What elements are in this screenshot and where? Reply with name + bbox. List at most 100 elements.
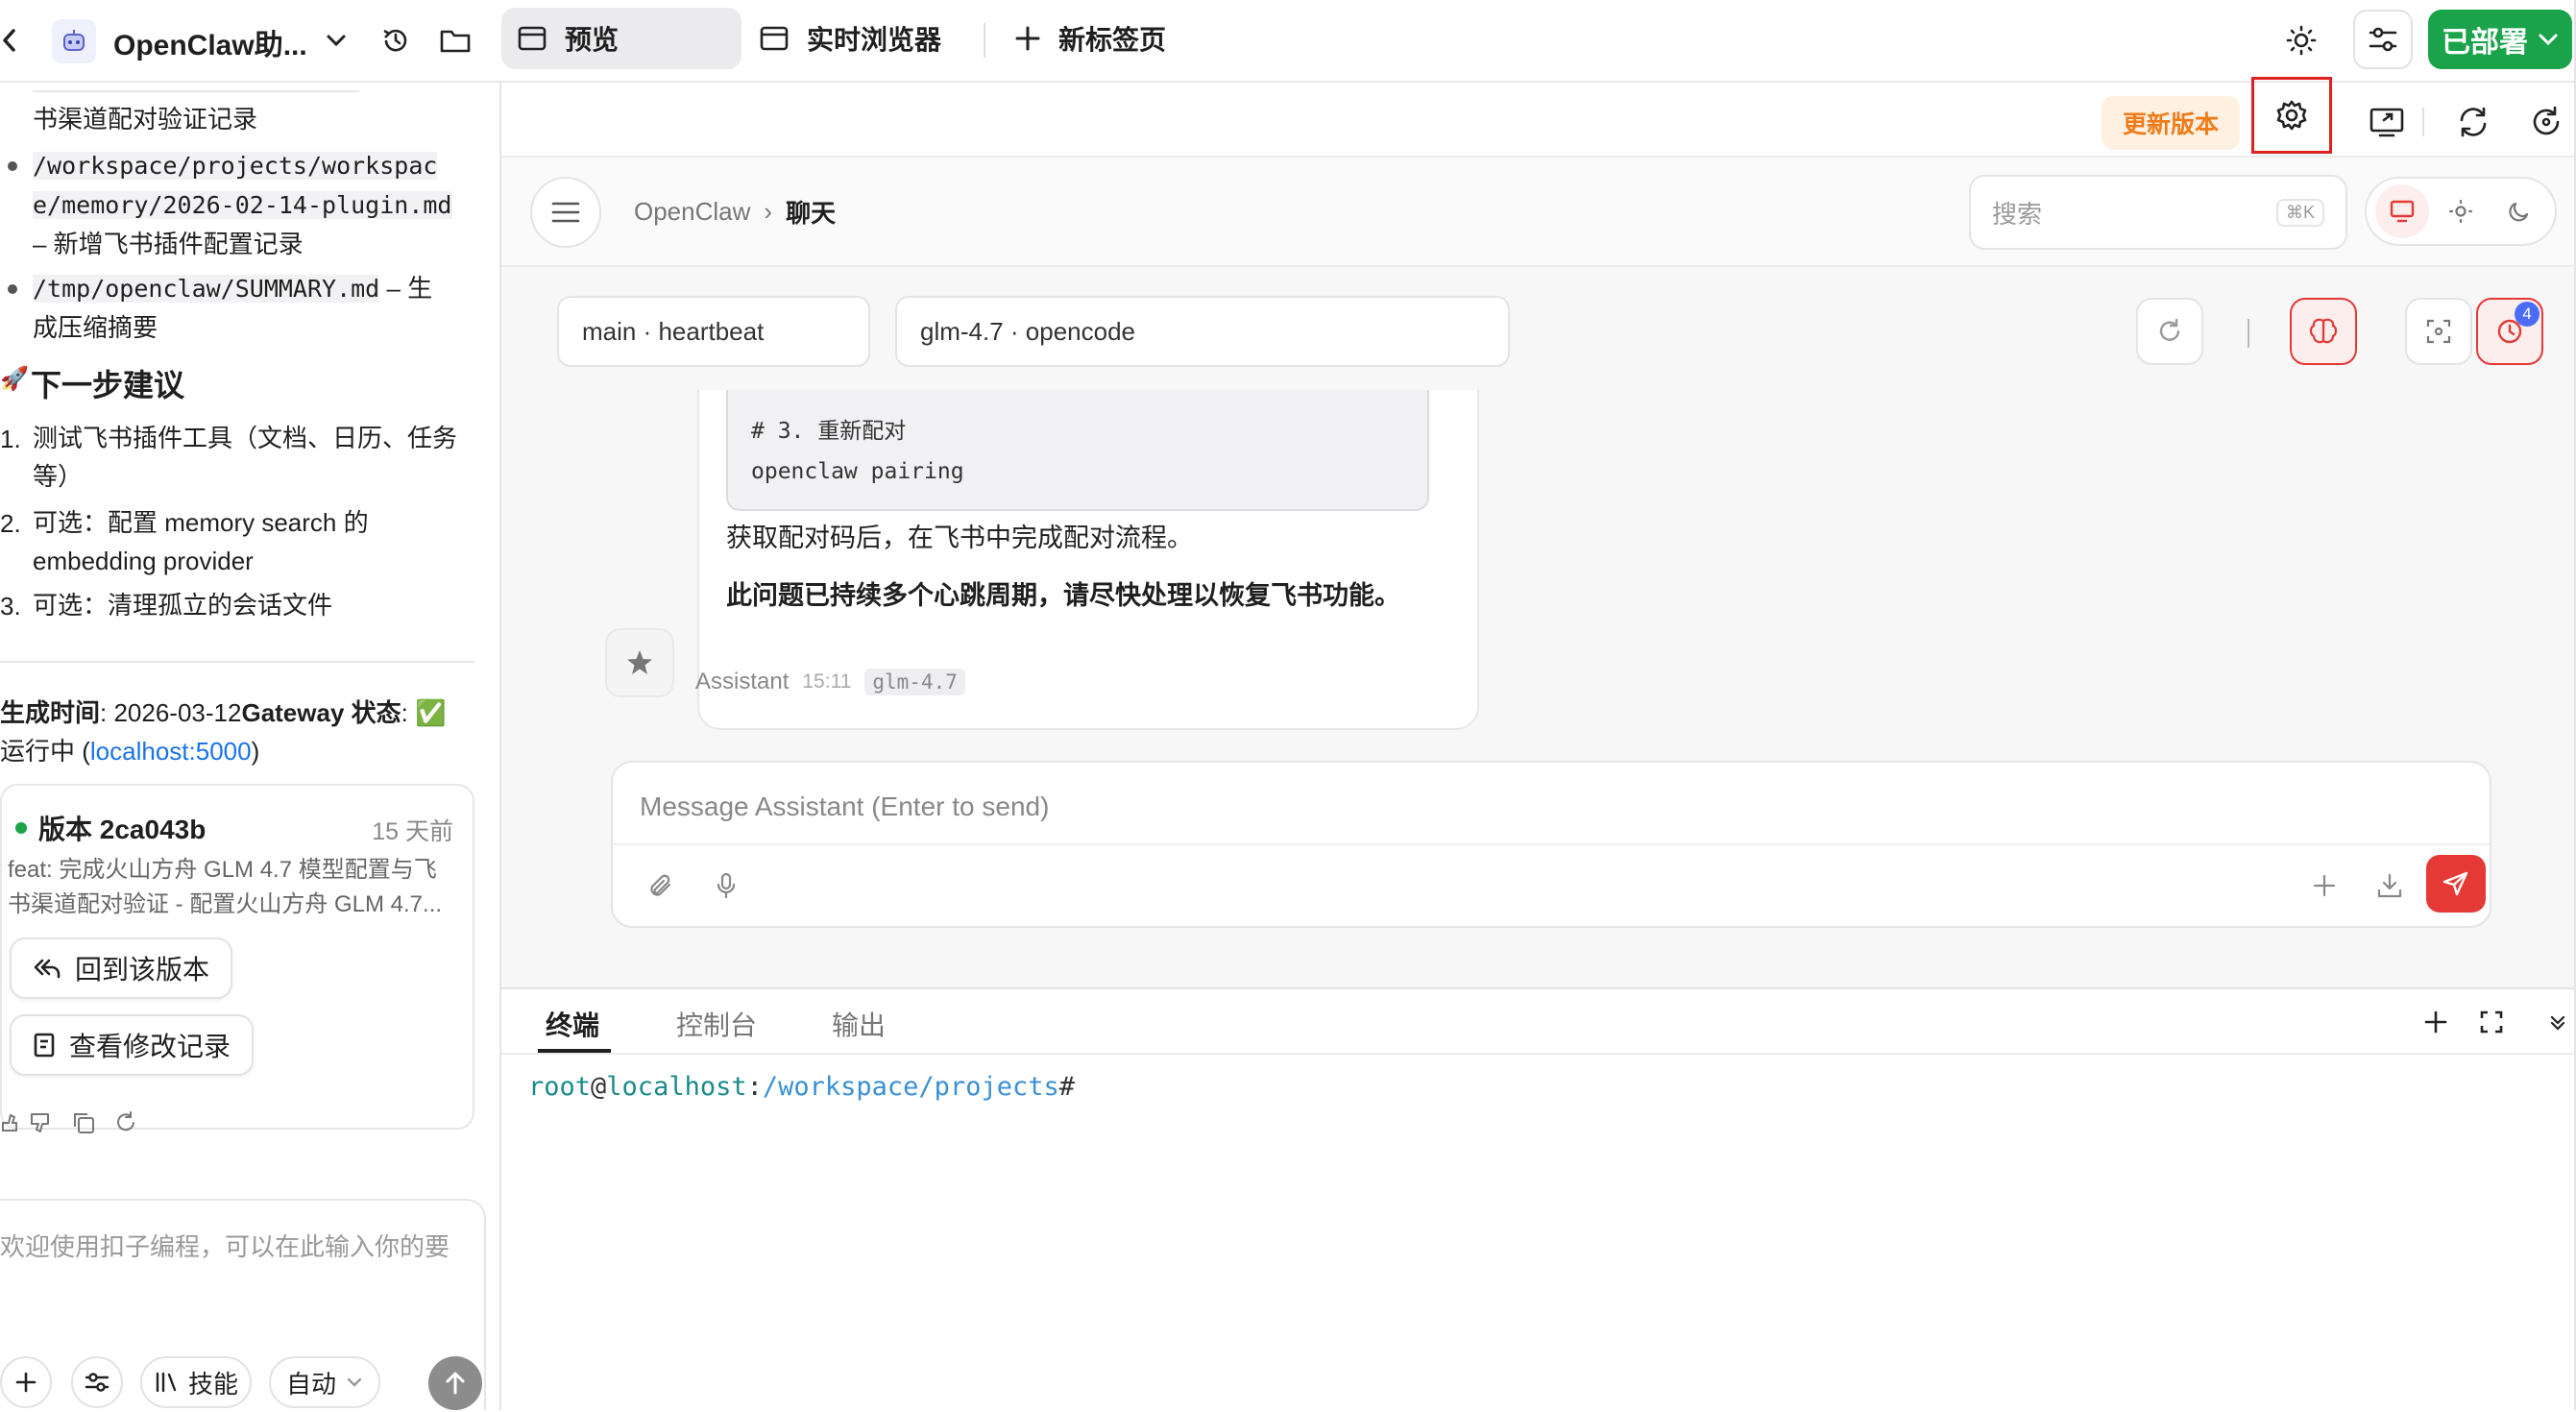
new-terminal-icon[interactable] — [2418, 1005, 2453, 1039]
status-paragraph: 生成时间: 2026-03-12Gateway 状态: ✅ 运行中 (local… — [0, 694, 480, 770]
regenerate-icon[interactable] — [111, 1108, 140, 1137]
terminal-prompt[interactable]: root@localhost:/workspace/projects# — [528, 1072, 1075, 1102]
breadcrumb-separator: › — [764, 197, 773, 226]
attach-icon[interactable] — [642, 866, 680, 905]
prompt-at: @ — [591, 1072, 607, 1102]
thumbs-up-icon[interactable] — [0, 1108, 19, 1137]
bullet — [8, 284, 17, 294]
plus-icon[interactable] — [2305, 866, 2344, 905]
menu-button[interactable] — [530, 177, 601, 248]
list-item-line: 可选：配置 memory search 的 — [33, 508, 369, 537]
back-chevron-icon[interactable] — [0, 21, 19, 60]
terminal-tabbar: 终端 控制台 输出 — [501, 989, 2576, 1055]
plus-icon — [1015, 26, 1040, 51]
chevron-down-icon[interactable] — [321, 25, 352, 56]
thumbs-down-icon[interactable] — [27, 1108, 56, 1137]
browser-icon — [760, 26, 789, 51]
code-line: openclaw pairing — [751, 459, 964, 484]
plus-icon — [15, 1372, 36, 1393]
model-tag: glm-4.7 — [864, 669, 965, 695]
list-number: 3. — [0, 592, 21, 621]
composer-input[interactable]: Message Assistant (Enter to send) — [640, 791, 1049, 822]
history-icon[interactable] — [377, 21, 415, 60]
send-up-button[interactable] — [428, 1356, 482, 1410]
list-item: 可选：配置 memory search 的 embedding provider — [33, 503, 484, 580]
code-block: # 3. 重新配对 openclaw pairing — [726, 390, 1429, 511]
theme-switch[interactable] — [2365, 177, 2557, 246]
tab-label: 新标签页 — [1058, 25, 1167, 55]
view-history-button[interactable]: 查看修改记录 — [10, 1014, 255, 1076]
focus-button[interactable] — [2405, 298, 2472, 365]
breadcrumb: OpenClaw › 聊天 — [634, 194, 836, 230]
left-composer-input[interactable]: 欢迎使用扣子编程，可以在此输入你的要 — [0, 1228, 480, 1263]
prompt-hash: # — [1058, 1072, 1075, 1102]
fullscreen-icon[interactable] — [2474, 1005, 2509, 1039]
prompt-colon: : — [746, 1072, 763, 1102]
microphone-icon[interactable] — [707, 866, 745, 905]
document-icon — [34, 1033, 55, 1058]
app-title[interactable]: OpenClaw助... — [113, 21, 307, 63]
message-time: 15:11 — [802, 670, 852, 693]
divider — [33, 90, 359, 92]
session-select[interactable]: main · heartbeat — [557, 296, 870, 367]
code-line: # 3. 重新配对 — [751, 419, 907, 444]
gear-button[interactable] — [2251, 77, 2332, 154]
copy-icon[interactable] — [69, 1108, 98, 1137]
moon-icon[interactable] — [2492, 184, 2546, 238]
tab-terminal[interactable]: 终端 — [546, 1005, 599, 1043]
file-item: /tmp/openclaw/SUMMARY.md – 生 成压缩摘要 — [33, 269, 484, 347]
settings-sliders-button[interactable] — [2353, 10, 2413, 69]
message-text: 获取配对码后，在飞书中完成配对流程。 — [726, 523, 1193, 552]
gateway-status: : ✅ — [401, 698, 447, 727]
theme-sun-icon[interactable] — [2280, 19, 2322, 61]
sliders-icon — [2369, 27, 2397, 52]
file-path: /tmp/openclaw/SUMMARY.md — [33, 275, 380, 303]
localhost-link[interactable]: localhost:5000 — [90, 737, 252, 766]
list-number: 1. — [0, 425, 21, 453]
next-steps-heading: 下一步建议 — [31, 368, 185, 402]
revert-version-button[interactable]: 回到该版本 — [10, 937, 233, 999]
status-dot — [15, 822, 27, 834]
search-box[interactable]: 搜索 ⌘K — [1969, 175, 2347, 250]
tab-preview[interactable]: 预览 — [501, 8, 741, 69]
tab-new[interactable]: 新标签页 — [999, 8, 1191, 69]
app-logo-icon — [52, 19, 96, 63]
tab-console[interactable]: 控制台 — [676, 1005, 757, 1043]
reload-icon[interactable] — [2522, 98, 2570, 146]
brain-toggle-button[interactable] — [2290, 298, 2357, 365]
screen-share-icon[interactable] — [2363, 98, 2411, 146]
add-button[interactable] — [0, 1356, 52, 1408]
tab-live-browser[interactable]: 实时浏览器 — [743, 8, 964, 69]
folder-icon[interactable] — [434, 21, 476, 60]
focus-icon — [2426, 319, 2451, 344]
send-button[interactable] — [2426, 855, 2486, 913]
assistant-avatar — [605, 628, 674, 697]
tab-output[interactable]: 输出 — [832, 1005, 886, 1043]
refresh-icon — [2159, 318, 2180, 341]
update-version-button[interactable]: 更新版本 — [2102, 96, 2240, 150]
version-desc-line: 书渠道配对验证 - 配置火山方舟 GLM 4.7... — [8, 891, 443, 917]
breadcrumb-root[interactable]: OpenClaw — [634, 197, 750, 227]
preview-toolbar: 更新版本 — [501, 77, 2576, 158]
monitor-icon[interactable] — [2374, 184, 2429, 238]
cron-badge: 4 — [2515, 302, 2540, 327]
revert-label: 回到该版本 — [75, 955, 210, 985]
refresh-icon[interactable] — [2449, 98, 2497, 146]
running-text: ) — [251, 737, 260, 766]
gen-time-value: : 2026-03-12 — [100, 698, 242, 727]
model-select[interactable]: glm-4.7 · opencode — [895, 296, 1510, 367]
sun-icon[interactable] — [2434, 184, 2488, 238]
mode-label: 自动 — [285, 1369, 336, 1399]
options-button[interactable] — [71, 1356, 123, 1408]
refresh-session-button[interactable] — [2136, 298, 2203, 365]
message-meta: Assistant 15:11 glm-4.7 — [695, 669, 965, 695]
mode-select[interactable]: 自动 — [269, 1356, 380, 1408]
file-desc: 成压缩摘要 — [33, 313, 158, 342]
collapse-chevron-icon[interactable] — [2543, 1009, 2572, 1037]
deployed-button[interactable]: 已部署 — [2428, 10, 2572, 69]
search-shortcut: ⌘K — [2275, 198, 2324, 227]
openclaw-header: OpenClaw › 聊天 搜索 ⌘K — [501, 158, 2576, 267]
skills-button[interactable]: 技能 — [140, 1356, 252, 1408]
download-icon[interactable] — [2370, 866, 2409, 905]
prompt-path: /workspace/projects — [762, 1072, 1059, 1102]
